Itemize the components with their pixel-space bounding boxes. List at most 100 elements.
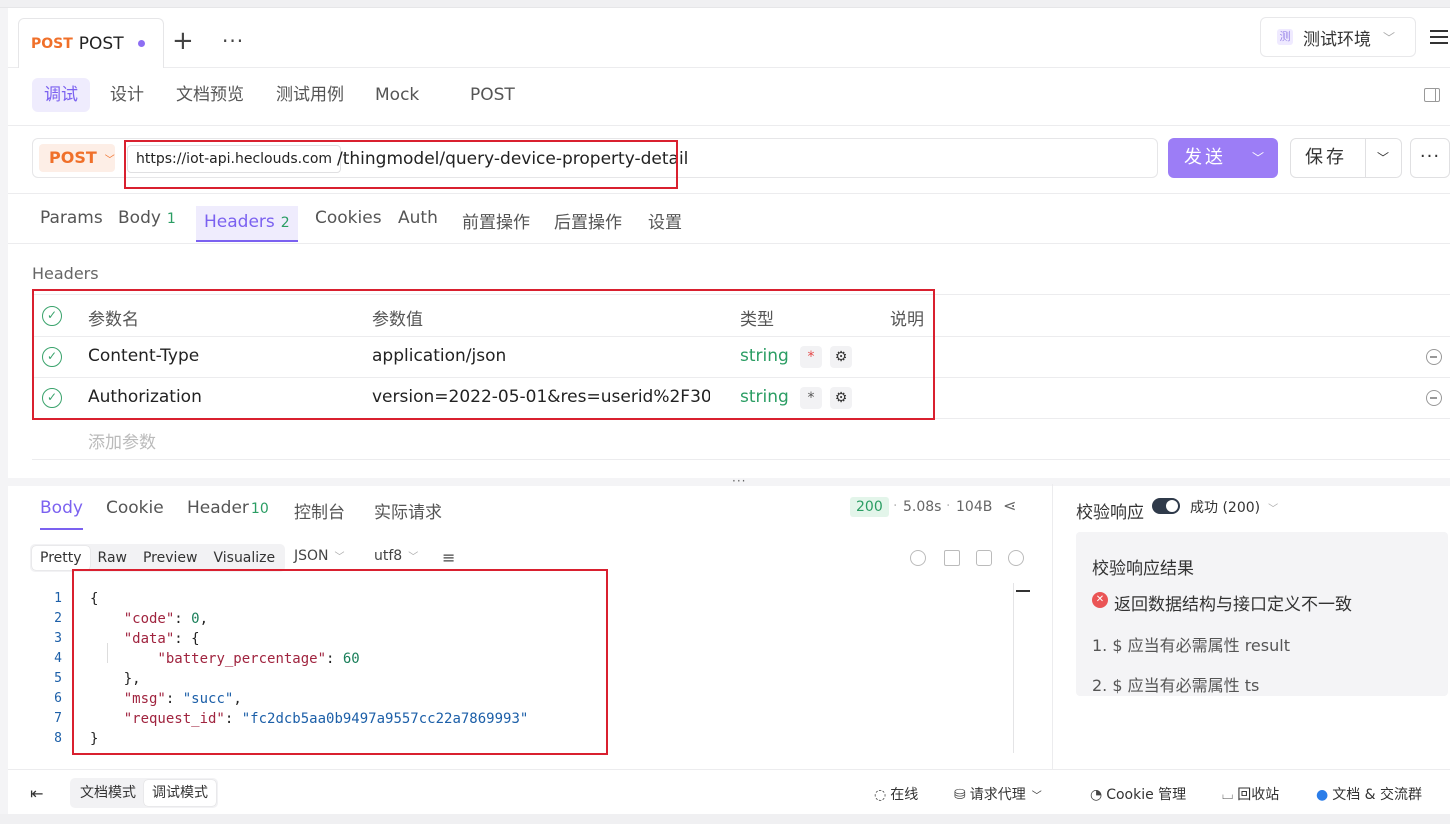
validate-response-label: 校验响应 xyxy=(1076,503,1144,523)
remove-row-icon[interactable] xyxy=(1426,349,1442,365)
validate-toggle[interactable] xyxy=(1152,498,1180,514)
recycle-bin[interactable]: ⌴ 回收站 xyxy=(1222,784,1279,804)
tab-label: Params xyxy=(40,208,103,228)
collapse-sidebar-icon[interactable]: ⇤ xyxy=(30,784,43,803)
language-select[interactable]: JSON ﹀ xyxy=(294,548,345,564)
tab-label: 后置操作 xyxy=(554,213,622,233)
tab-more-icon[interactable]: ··· xyxy=(222,28,244,54)
save-label: 保存 xyxy=(1305,147,1347,168)
format-pretty[interactable]: Pretty xyxy=(32,546,90,570)
upload-icon[interactable] xyxy=(910,550,926,566)
encoding-label: utf8 xyxy=(374,548,403,564)
request-proxy-menu[interactable]: ⛁ 请求代理 ﹀ xyxy=(954,784,1042,804)
response-tab-body[interactable]: Body xyxy=(40,498,83,530)
proxy-icon: ⛁ xyxy=(954,787,966,803)
save-button[interactable]: 保存 ﹀ xyxy=(1290,138,1402,178)
environment-selector[interactable]: 测 测试环境 ﹀ xyxy=(1260,17,1416,57)
format-visualize[interactable]: Visualize xyxy=(205,546,283,570)
wrap-lines-icon[interactable]: ≡ xyxy=(442,548,455,567)
share-icon[interactable]: ⋖ xyxy=(1003,496,1016,515)
mode-doc[interactable]: 文档模式 xyxy=(72,780,144,806)
line-number: 2 xyxy=(54,611,62,626)
param-tabs: Params Body 1 Headers 2 Cookies Auth 前置操作 … xyxy=(8,194,1450,244)
unsaved-dot-icon xyxy=(137,40,145,47)
subnav-design[interactable]: 设计 xyxy=(98,78,156,112)
send-button[interactable]: 发送 ﹀ xyxy=(1168,138,1278,178)
chevron-down-icon: ﹀ xyxy=(408,552,419,563)
subnav-mock[interactable]: Mock xyxy=(363,78,431,112)
format-switch: Pretty Raw Preview Visualize xyxy=(30,544,286,572)
download-icon[interactable] xyxy=(944,550,960,566)
tab-label: Cookies xyxy=(315,208,382,228)
method-select[interactable]: POST ﹀ xyxy=(39,144,115,172)
chevron-down-icon: ﹀ xyxy=(1383,30,1396,45)
subnav-doc-preview[interactable]: 文档预览 xyxy=(164,78,256,112)
line-number: 8 xyxy=(54,731,62,746)
cookie-manager[interactable]: ◔ Cookie 管理 xyxy=(1090,784,1186,804)
tab-label: Header xyxy=(187,498,249,518)
online-label: 在线 xyxy=(890,787,919,803)
response-tab-header[interactable]: Header 10 xyxy=(187,498,269,518)
copy-icon[interactable] xyxy=(976,550,992,566)
tab-params[interactable]: Params xyxy=(40,208,103,244)
cookie-label: Cookie 管理 xyxy=(1106,787,1187,803)
response-tab-console[interactable]: 控制台 xyxy=(294,498,345,523)
subnav-test-cases[interactable]: 测试用例 xyxy=(264,78,356,112)
menu-hamburger-icon[interactable] xyxy=(1430,26,1448,46)
docs-community[interactable]: ● 文档 & 交流群 xyxy=(1316,784,1422,804)
panel-splitter[interactable] xyxy=(8,478,1450,486)
cookie-icon: ◔ xyxy=(1090,787,1103,803)
online-status[interactable]: ◌ 在线 xyxy=(874,784,918,804)
response-tab-cookie[interactable]: Cookie xyxy=(106,498,164,518)
tab-auth[interactable]: Auth xyxy=(398,208,438,244)
format-preview[interactable]: Preview xyxy=(135,546,206,570)
format-raw[interactable]: Raw xyxy=(90,546,135,570)
encoding-select[interactable]: utf8 ﹀ xyxy=(374,548,418,564)
validation-item: 2. $ 应当有必需属性 ts xyxy=(1092,676,1260,695)
api-title: POST xyxy=(470,85,515,105)
window-top-strip xyxy=(0,0,1450,8)
request-tab[interactable]: POST POST xyxy=(18,18,164,68)
chevron-down-icon: ﹀ xyxy=(334,552,345,563)
subnav-debug[interactable]: 调试 xyxy=(32,78,90,112)
response-size: 104B xyxy=(956,499,993,515)
add-param-input[interactable]: 添加参数 xyxy=(88,428,156,453)
sub-nav: 调试 设计 文档预览 测试用例 Mock POST xyxy=(8,68,1450,126)
url-highlight-box xyxy=(124,140,678,189)
proxy-label: 请求代理 xyxy=(969,787,1026,803)
chevron-down-icon[interactable]: ﹀ xyxy=(1252,138,1264,178)
docs-label: 文档 & 交流群 xyxy=(1332,787,1423,803)
chevron-down-icon: ﹀ xyxy=(104,155,115,166)
tab-settings[interactable]: 设置 xyxy=(648,208,682,244)
scroll-thumb[interactable] xyxy=(1016,590,1030,592)
chevron-down-icon: ﹀ xyxy=(1268,504,1279,515)
validate-status-select[interactable]: 成功 (200) ﹀ xyxy=(1190,497,1278,517)
drag-handle-icon[interactable]: ··· xyxy=(732,474,746,488)
remove-row-icon[interactable] xyxy=(1426,390,1442,406)
mode-debug[interactable]: 调试模式 xyxy=(144,780,216,806)
tab-label: Headers xyxy=(204,212,275,232)
validation-result-box: 校验响应结果 ✕ 返回数据结构与接口定义不一致 1. $ 应当有必需属性 res… xyxy=(1076,532,1448,696)
environment-name: 测试环境 xyxy=(1303,29,1371,50)
new-tab-plus-icon[interactable]: + xyxy=(172,28,194,54)
tab-post-script[interactable]: 后置操作 xyxy=(554,208,622,244)
save-divider xyxy=(1365,139,1366,177)
more-actions-button[interactable]: ··· xyxy=(1410,138,1450,178)
search-icon[interactable] xyxy=(1008,550,1024,566)
check-circle-icon: ◌ xyxy=(874,787,887,803)
code-scrollbar[interactable] xyxy=(1013,583,1014,753)
line-number: 4 xyxy=(54,651,62,666)
tab-body[interactable]: Body 1 xyxy=(118,208,176,244)
side-panel-icon[interactable] xyxy=(1424,88,1440,102)
send-label: 发送 xyxy=(1184,147,1226,168)
tab-pre-script[interactable]: 前置操作 xyxy=(462,208,530,244)
tab-headers[interactable]: Headers 2 xyxy=(196,206,298,242)
response-tab-actual-request[interactable]: 实际请求 xyxy=(374,498,442,523)
line-number: 6 xyxy=(54,691,62,706)
chevron-down-icon[interactable]: ﹀ xyxy=(1377,139,1389,177)
tab-label: Body xyxy=(118,208,161,228)
response-time: 5.08s xyxy=(903,499,942,515)
validate-status-label: 成功 (200) xyxy=(1190,500,1261,516)
tab-cookies[interactable]: Cookies xyxy=(315,208,382,244)
mode-switch: 文档模式 调试模式 xyxy=(70,778,218,808)
